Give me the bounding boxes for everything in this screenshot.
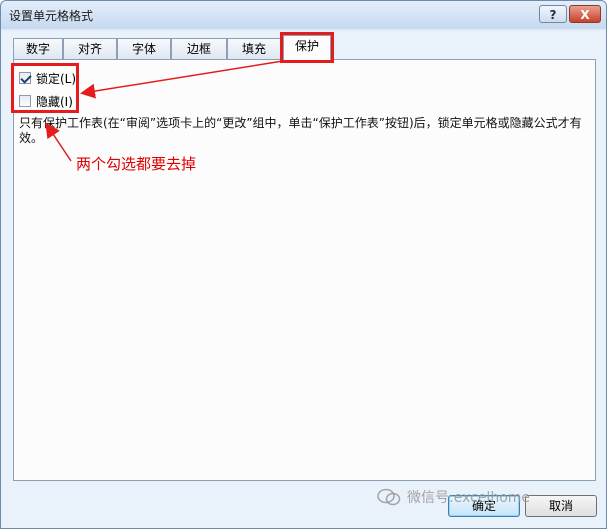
format-cells-dialog: 设置单元格格式 ? X 数字 对齐 字体 边框 填充 保护 锁定(L) 隐藏(I… xyxy=(0,0,607,529)
arrow-annotation-to-checkboxes xyxy=(45,122,72,162)
arrow-tab-to-checkboxes xyxy=(80,60,284,99)
annotation-arrows xyxy=(45,60,284,162)
